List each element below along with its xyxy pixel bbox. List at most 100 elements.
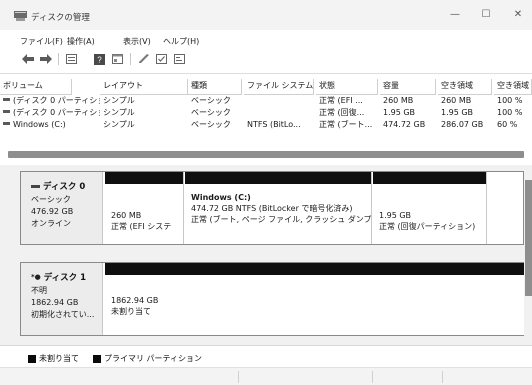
menu-help[interactable]: ヘルプ(H) <box>163 36 199 47</box>
partition-recovery-bar <box>373 172 486 184</box>
volume-icon <box>3 98 10 101</box>
legend: 未割り当て プライマリ パーティション <box>0 345 532 367</box>
volume-row[interactable]: (ディスク 0 パーティショ... シンプル ベーシック 正常 (回復... 1… <box>0 107 532 119</box>
disk-management-icon <box>14 11 27 21</box>
partition-unallocated-bar <box>105 263 524 275</box>
partition-efi[interactable]: 260 MB 正常 (EFI システ <box>105 172 184 244</box>
disk-0[interactable]: ディスク 0 ベーシック 476.92 GB オンライン 260 MB 正常 (… <box>20 171 524 245</box>
partition-windows[interactable]: Windows (C:) 474.72 GB NTFS (BitLocker で… <box>185 172 372 244</box>
volume-icon <box>3 122 10 125</box>
disk-1-kind: 不明 <box>31 286 47 295</box>
partition-efi-status: 正常 (EFI システ <box>111 222 172 231</box>
volume-filesystem <box>244 95 314 107</box>
maximize-button[interactable]: ☐ <box>478 8 494 22</box>
legend-label: 未割り当て <box>39 354 79 363</box>
column-status[interactable]: 状態 <box>316 79 378 95</box>
disk-1-name: ディスク 1 <box>43 273 87 283</box>
volume-status: 正常 (EFI ... <box>319 96 363 105</box>
volume-list-header: ボリューム レイアウト 種類 ファイル システム 状態 容量 空き領域 空き領域 <box>0 79 532 95</box>
back-arrow-icon[interactable] <box>20 52 35 66</box>
volume-capacity: 474.72 GB <box>383 120 426 129</box>
disk-0-size: 476.92 GB <box>31 207 74 216</box>
disk-1-info[interactable]: *● ディスク 1 不明 1862.94 GB 初期化されてい... <box>21 263 103 335</box>
partition-windows-name: Windows (C:) <box>191 193 251 202</box>
help-icon[interactable]: ? <box>92 52 107 66</box>
partition-efi-bar <box>105 172 183 184</box>
partition-windows-status: 正常 (ブート, ページ ファイル, クラッシュ ダンプ, ベ <box>191 215 371 224</box>
console-icon[interactable] <box>172 52 187 66</box>
volume-capacity: 260 MB <box>383 96 414 105</box>
volume-type: ベーシック <box>191 108 231 117</box>
volume-name: (ディスク 0 パーティショ... <box>13 108 100 117</box>
column-layout[interactable]: レイアウト <box>100 79 188 95</box>
volume-layout: シンプル <box>103 120 135 129</box>
volume-filesystem: NTFS (BitLo... <box>247 120 301 129</box>
disk-unknown-icon: *● <box>31 273 41 281</box>
volume-capacity: 1.95 GB <box>383 108 416 117</box>
legend-swatch <box>93 354 101 363</box>
menu-file[interactable]: ファイル(F) <box>20 36 63 47</box>
minimize-button[interactable]: — <box>447 8 463 22</box>
volume-free: 1.95 GB <box>441 108 474 117</box>
status-divider <box>238 371 239 383</box>
disk-icon <box>31 184 40 188</box>
column-volume[interactable]: ボリューム <box>0 79 72 95</box>
column-type[interactable]: 種類 <box>188 79 242 95</box>
volume-row[interactable]: Windows (C:) シンプル ベーシック NTFS (BitLo... 正… <box>0 119 532 131</box>
toolbar-separator <box>58 53 59 65</box>
vertical-scrollbar[interactable] <box>525 180 532 296</box>
legend-unallocated: 未割り当て <box>28 353 79 364</box>
volume-type: ベーシック <box>191 120 231 129</box>
volume-list: ボリューム レイアウト 種類 ファイル システム 状態 容量 空き領域 空き領域… <box>0 73 532 173</box>
partition-unallocated-status: 未割り当て <box>111 307 151 316</box>
disk-1-state: 初期化されてい... <box>31 310 95 319</box>
volume-type: ベーシック <box>191 96 231 105</box>
legend-swatch <box>28 354 36 363</box>
window-title: ディスクの管理 <box>31 13 90 23</box>
menu-view[interactable]: 表示(V) <box>123 36 151 47</box>
partition-windows-size: 474.72 GB NTFS (BitLocker で暗号化済み) <box>191 204 353 213</box>
close-button[interactable]: ✕ <box>510 8 526 22</box>
volume-row[interactable]: (ディスク 0 パーティショ... シンプル ベーシック 正常 (EFI ...… <box>0 95 532 107</box>
volume-layout: シンプル <box>103 108 135 117</box>
pen-icon[interactable] <box>136 52 151 66</box>
svg-text:?: ? <box>97 55 102 64</box>
horizontal-scrollbar[interactable] <box>8 151 524 158</box>
checkbox-icon[interactable] <box>154 52 169 66</box>
properties-icon[interactable] <box>110 52 125 66</box>
volume-filesystem <box>244 107 314 119</box>
volume-status: 正常 (ブート... <box>319 120 373 129</box>
volume-free: 260 MB <box>441 96 472 105</box>
disk-0-name: ディスク 0 <box>43 182 86 192</box>
partition-recovery[interactable]: 1.95 GB 正常 (回復パーティション) <box>373 172 487 244</box>
disk-1-size: 1862.94 GB <box>31 298 79 307</box>
column-capacity[interactable]: 容量 <box>380 79 436 95</box>
disk-0-kind: ベーシック <box>31 195 71 204</box>
status-bar <box>0 367 532 385</box>
disk-list-icon[interactable] <box>64 52 79 66</box>
disk-1[interactable]: *● ディスク 1 不明 1862.94 GB 初期化されてい... 1862.9… <box>20 262 524 336</box>
toolbar-separator <box>130 53 131 65</box>
column-filesystem[interactable]: ファイル システム <box>244 79 314 95</box>
menu-action[interactable]: 操作(A) <box>67 36 95 47</box>
column-free-space[interactable]: 空き領域 <box>438 79 492 95</box>
volume-free-percent: 100 % <box>497 96 523 105</box>
legend-label: プライマリ パーティション <box>104 354 203 363</box>
volume-status: 正常 (回復... <box>319 108 365 117</box>
partition-efi-size: 260 MB <box>111 211 142 220</box>
forward-arrow-icon[interactable] <box>38 52 53 66</box>
volume-icon <box>3 110 10 113</box>
status-divider <box>442 371 443 383</box>
column-free-percent[interactable]: 空き領域 <box>494 79 532 95</box>
menu-bar: ファイル(F) 操作(A) 表示(V) ヘルプ(H) <box>0 30 532 50</box>
legend-primary: プライマリ パーティション <box>93 353 202 364</box>
partition-recovery-size: 1.95 GB <box>379 211 412 220</box>
volume-layout: シンプル <box>103 96 135 105</box>
disk-0-state: オンライン <box>31 219 71 228</box>
volume-free: 286.07 GB <box>441 120 484 129</box>
partition-unallocated[interactable]: 1862.94 GB 未割り当て <box>105 263 524 335</box>
toolbar: ? <box>0 50 532 69</box>
disk-0-info[interactable]: ディスク 0 ベーシック 476.92 GB オンライン <box>21 172 103 244</box>
volume-free-percent: 60 % <box>497 120 518 129</box>
title-bar: ディスクの管理 — ☐ ✕ <box>0 0 532 30</box>
